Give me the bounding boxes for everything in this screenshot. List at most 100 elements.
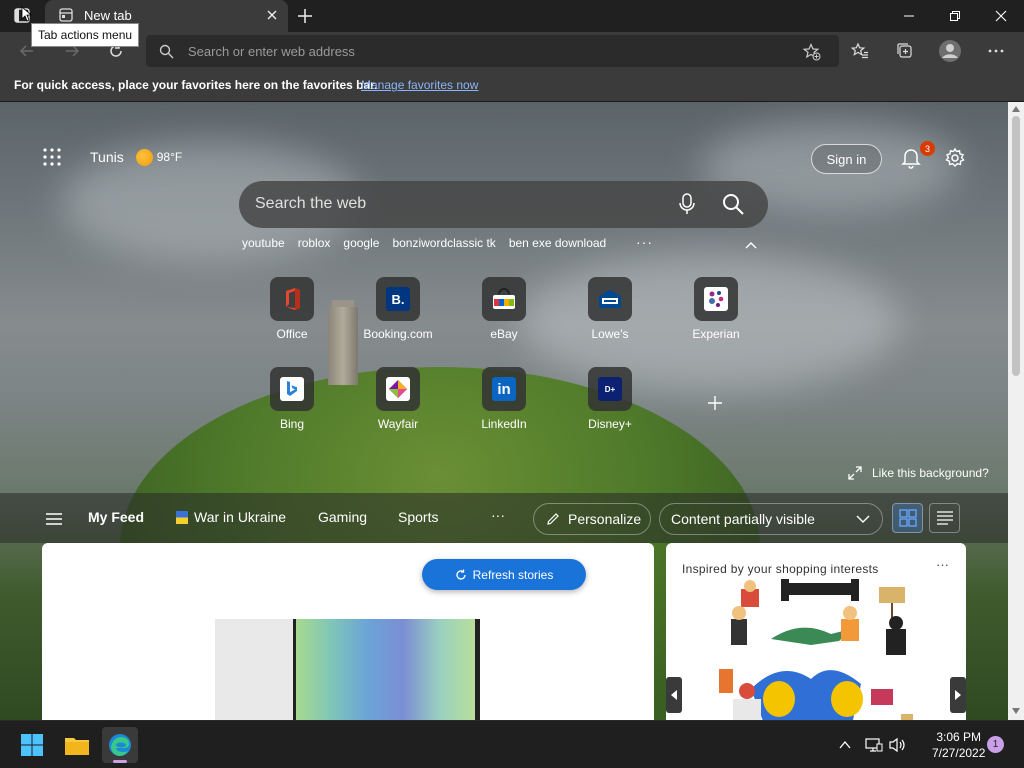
feed-tab-gaming[interactable]: Gaming [318,509,367,525]
sign-in-button[interactable]: Sign in [811,144,882,174]
notification-center-badge[interactable]: 1 [987,736,1004,753]
taskbar: 3:06 PM 7/27/2022 1 [0,720,1024,768]
tile-label: Experian [692,327,740,341]
profile-avatar[interactable] [937,39,963,63]
suggestion-item[interactable]: bonziwordclassic tk [392,236,495,250]
collections-button[interactable] [893,40,917,62]
add-site-plus-icon[interactable] [706,394,724,412]
suggestion-item[interactable]: google [343,236,379,250]
show-hidden-icons-chevron-up-icon[interactable] [834,727,856,763]
clock-date: 7/27/2022 [932,746,986,760]
quick-link-wayfair[interactable]: Wayfair [353,367,443,431]
tile-label: Lowe's [591,327,629,341]
new-tab-button[interactable] [295,6,315,26]
story-image-phone [215,619,480,720]
scroll-down-arrow-icon[interactable] [1012,708,1020,714]
feed-tab-sports[interactable]: Sports [398,509,438,525]
notifications-bell-icon[interactable] [900,147,922,169]
microphone-icon[interactable] [679,193,695,215]
carousel-prev-button[interactable] [666,677,682,713]
quick-link-lowes[interactable]: Lowe's [565,277,655,341]
content-visibility-value: Content partially visible [671,511,815,527]
edge-browser-taskbar-icon[interactable] [102,727,138,763]
settings-more-button[interactable] [984,40,1008,62]
office-icon [270,277,314,321]
tab-title: New tab [84,8,132,23]
collapse-chevron-up-icon[interactable] [744,240,758,250]
ebay-icon [482,277,526,321]
feed-more-button[interactable]: ··· [491,507,505,523]
sunny-weather-icon [135,148,153,166]
scrollbar-thumb[interactable] [1012,116,1020,376]
personalize-label: Personalize [568,511,642,527]
refresh-stories-button[interactable]: Refresh stories [422,559,586,590]
favorites-bar-message: For quick access, place your favorites h… [14,78,378,92]
refresh-icon [456,569,466,580]
navigation-bar: Search or enter web address [0,32,1024,70]
network-icon[interactable] [862,727,886,763]
list-view-icon [936,511,953,525]
suggestion-item[interactable]: youtube [242,236,285,250]
feed-main-card[interactable]: Refresh stories [42,543,654,720]
tile-label: Disney+ [588,417,632,431]
favorites-bar: For quick access, place your favorites h… [0,70,1024,102]
address-bar[interactable]: Search or enter web address [146,35,839,67]
search-icon [159,44,174,59]
quick-link-ebay[interactable]: eBay [459,277,549,341]
search-submit-icon[interactable] [721,192,745,216]
search-suggestions: youtube roblox google bonziwordclassic t… [242,236,619,250]
volume-speaker-icon[interactable] [886,727,910,763]
refresh-stories-label: Refresh stories [472,567,554,582]
scroll-up-arrow-icon[interactable] [1012,106,1020,112]
suggestion-item[interactable]: ben exe download [509,236,606,250]
quick-link-booking[interactable]: B. Booking.com [353,277,443,341]
lowes-icon [588,277,632,321]
quick-link-office[interactable]: Office [247,277,337,341]
taskbar-clock[interactable]: 3:06 PM 7/27/2022 [932,729,985,761]
personalize-button[interactable]: Personalize [533,503,651,535]
weather-city[interactable]: Tunis [90,149,124,165]
tab-close-icon[interactable] [266,9,278,21]
restore-button[interactable] [932,0,978,32]
content-visibility-dropdown[interactable]: Content partially visible [659,503,883,535]
expand-diagonal-icon [848,466,862,480]
weather-row: Tunis 98°F [42,147,182,167]
manage-favorites-link[interactable]: Manage favorites now [361,78,478,92]
hamburger-menu-icon[interactable] [46,512,62,526]
tile-label: LinkedIn [481,417,527,431]
web-search-box[interactable]: Search the web [239,181,768,228]
clock-time: 3:06 PM [936,730,982,744]
feed-tab-label: War in Ukraine [194,509,287,525]
weather-temperature[interactable]: 98°F [157,150,182,164]
suggestions-more-button[interactable]: ··· [636,234,653,250]
feed-tab-war-in-ukraine[interactable]: War in Ukraine [176,509,286,525]
pencil-icon [547,513,559,525]
linkedin-icon: in [482,367,526,411]
carousel-next-button[interactable] [950,677,966,713]
quick-link-experian[interactable]: Experian [671,277,761,341]
page-settings-gear-icon[interactable] [944,147,966,169]
quick-link-linkedin[interactable]: in LinkedIn [459,367,549,431]
list-view-button[interactable] [929,503,960,533]
quick-link-disney[interactable]: D+ Disney+ [565,367,655,431]
suggestion-item[interactable]: roblox [298,236,331,250]
apps-grid-icon[interactable] [42,147,62,167]
like-background-label: Like this background? [872,466,989,480]
feed-tab-my-feed[interactable]: My Feed [88,509,144,525]
add-favorite-icon[interactable] [803,43,821,61]
shopping-card-more-button[interactable]: ··· [936,557,949,572]
quick-link-bing[interactable]: Bing [247,367,337,431]
new-tab-page: Tunis 98°F Sign in 3 Search the web yout… [0,102,1008,720]
minimize-button[interactable] [886,0,932,32]
tab-actions-tooltip: Tab actions menu [31,23,140,47]
favorites-button[interactable] [848,40,872,62]
page-scrollbar[interactable] [1008,102,1024,720]
start-windows-icon[interactable] [14,727,50,763]
file-explorer-icon[interactable] [59,727,95,763]
shopping-card-title: Inspired by your shopping interests [682,562,879,576]
shopping-card[interactable]: Inspired by your shopping interests ··· [666,543,966,720]
like-background-link[interactable]: Like this background? [848,466,989,480]
ukraine-flag-icon [176,511,188,524]
grid-view-button[interactable] [892,503,923,533]
close-window-button[interactable] [978,0,1024,32]
